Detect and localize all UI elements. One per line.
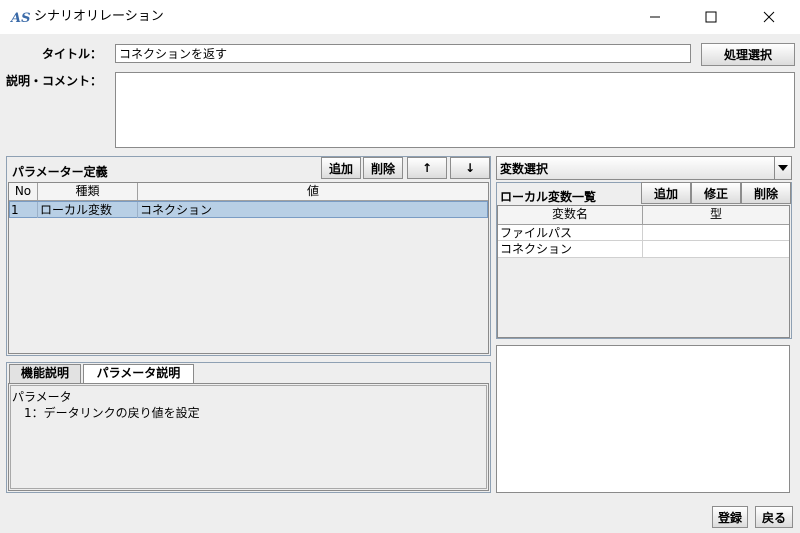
- param-cell-value: コネクション: [140, 203, 213, 217]
- var-cell-type: [643, 241, 789, 257]
- var-modify-button[interactable]: 修正: [691, 182, 741, 204]
- arrow-up-icon: ↑: [421, 161, 433, 175]
- var-cell-type: [643, 225, 789, 241]
- var-cell-name: コネクション: [498, 241, 643, 257]
- var-add-button[interactable]: 追加: [641, 182, 691, 204]
- local-variable-heading: ローカル変数一覧: [500, 190, 597, 204]
- param-cell-no: 1: [9, 202, 38, 218]
- tab-function-description[interactable]: 機能説明: [9, 364, 81, 383]
- tab-parameter-description[interactable]: パラメータ説明: [83, 364, 194, 384]
- description-textarea[interactable]: [115, 72, 795, 148]
- var-col-type[interactable]: 型: [643, 206, 789, 225]
- minimize-icon: [650, 16, 660, 18]
- tab-content-line: 1：データリンクの戻り値を設定: [12, 406, 200, 420]
- param-move-down-button[interactable]: ↓: [450, 157, 490, 179]
- tab-content-inner: [10, 385, 487, 489]
- title-label: タイトル：: [42, 47, 103, 61]
- chevron-down-icon: [778, 165, 788, 171]
- close-button[interactable]: [746, 0, 792, 34]
- app-logo-icon: AS: [9, 8, 32, 26]
- title-input[interactable]: [115, 44, 691, 63]
- tab-content-line: パラメータ: [12, 390, 72, 404]
- minimize-button[interactable]: [632, 0, 678, 34]
- var-cell-name: ファイルパス: [498, 225, 643, 241]
- param-add-button[interactable]: 追加: [321, 157, 361, 179]
- maximize-button[interactable]: [688, 0, 734, 34]
- arrow-down-icon: ↓: [464, 161, 476, 175]
- param-col-no[interactable]: No: [9, 183, 38, 201]
- close-icon: [763, 11, 775, 23]
- param-delete-button[interactable]: 削除: [363, 157, 403, 179]
- back-button[interactable]: 戻る: [755, 506, 793, 528]
- maximize-icon: [705, 11, 717, 23]
- process-select-button[interactable]: 処理選択: [701, 43, 795, 66]
- svg-text:AS: AS: [10, 11, 30, 26]
- param-col-kind[interactable]: 種類: [38, 183, 138, 201]
- parameter-heading: パラメーター定義: [12, 165, 108, 179]
- register-button[interactable]: 登録: [712, 506, 748, 528]
- param-col-value[interactable]: 値: [138, 183, 488, 201]
- var-col-name[interactable]: 変数名: [498, 206, 643, 225]
- param-move-up-button[interactable]: ↑: [407, 157, 447, 179]
- dropdown-arrow-button[interactable]: [774, 157, 791, 179]
- variable-select-value: 変数選択: [500, 162, 549, 176]
- var-delete-button[interactable]: 削除: [741, 182, 791, 204]
- description-label: 説明・コメント：: [6, 74, 103, 88]
- variable-detail-area[interactable]: [496, 345, 790, 493]
- param-cell-kind: ローカル変数: [38, 202, 138, 218]
- window-title: シナリオリレーション: [34, 9, 164, 24]
